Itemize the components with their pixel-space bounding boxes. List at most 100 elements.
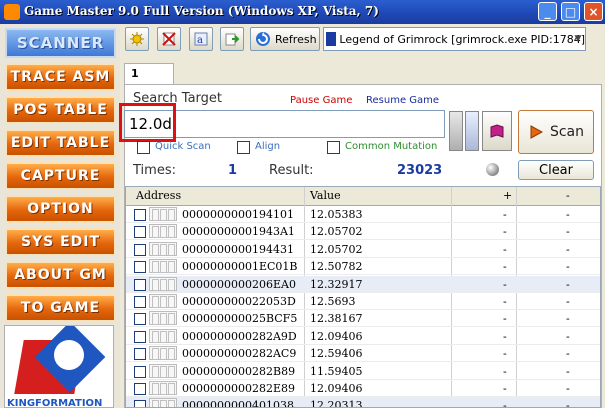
row-checkbox[interactable] <box>134 226 146 239</box>
results-table[interactable]: Address Value + - 0000000000194101 12.053… <box>125 186 601 408</box>
table-row[interactable]: 000000000022053D 12.5693 - - <box>126 293 600 310</box>
book-button[interactable] <box>482 111 512 151</box>
row-minus[interactable]: - <box>566 243 570 256</box>
resume-game-link[interactable]: Resume Game <box>366 95 439 106</box>
sidebar-item-capture[interactable]: CAPTURE <box>5 162 116 190</box>
column-address[interactable]: Address <box>136 189 181 202</box>
pause-game-link[interactable]: Pause Game <box>290 95 352 106</box>
dropdown-arrow-icon[interactable]: ▼ <box>571 28 585 50</box>
sidebar-item-pos-table[interactable]: POS TABLE <box>5 96 116 124</box>
row-plus[interactable]: - <box>503 260 507 273</box>
sidebar-item-option[interactable]: OPTION <box>5 195 116 223</box>
row-checkbox[interactable] <box>134 383 146 395</box>
row-lock-icon[interactable] <box>149 363 177 378</box>
toolbar-button-3[interactable]: a <box>189 27 213 51</box>
row-minus[interactable]: - <box>566 278 570 291</box>
row-plus[interactable]: - <box>503 382 507 395</box>
row-lock-icon[interactable] <box>149 381 177 395</box>
row-lock-icon[interactable] <box>149 276 177 291</box>
row-plus[interactable]: - <box>503 278 507 291</box>
sidebar-item-to-game[interactable]: TO GAME <box>5 294 116 322</box>
maximize-button[interactable]: □ <box>561 2 580 21</box>
refresh-button[interactable]: Refresh <box>250 27 320 51</box>
row-checkbox[interactable] <box>134 296 146 308</box>
column-minus[interactable]: - <box>566 189 570 202</box>
value-type-button[interactable] <box>449 111 463 151</box>
row-minus[interactable]: - <box>566 295 570 308</box>
row-plus[interactable]: - <box>503 365 507 378</box>
row-plus[interactable]: - <box>503 347 507 360</box>
column-value[interactable]: Value <box>310 189 341 202</box>
row-lock-icon[interactable] <box>149 346 177 361</box>
row-lock-icon[interactable] <box>149 224 177 239</box>
sidebar-item-edit-table[interactable]: EDIT TABLE <box>5 129 116 157</box>
align-checkbox[interactable] <box>237 141 250 154</box>
quick-scan-checkbox[interactable] <box>137 141 150 154</box>
lock-segment <box>152 400 159 407</box>
row-minus[interactable]: - <box>566 260 570 273</box>
table-row[interactable]: 000000000025BCF5 12.38167 - - <box>126 310 600 328</box>
row-lock-icon[interactable] <box>149 294 177 308</box>
row-lock-icon[interactable] <box>149 311 177 326</box>
sidebar-item-trace-asm[interactable]: TRACE ASM <box>5 63 116 91</box>
row-lock-icon[interactable] <box>149 241 177 256</box>
row-checkbox[interactable] <box>134 243 146 256</box>
row-minus[interactable]: - <box>566 347 570 360</box>
row-plus[interactable]: - <box>503 208 507 221</box>
row-plus[interactable]: - <box>503 330 507 343</box>
toolbar-button-4[interactable] <box>220 27 244 51</box>
row-checkbox[interactable] <box>134 313 146 326</box>
row-plus[interactable]: - <box>503 312 507 325</box>
row-plus[interactable]: - <box>503 399 507 407</box>
row-plus[interactable]: - <box>503 243 507 256</box>
table-row[interactable]: 0000000000282B89 11.59405 - - <box>126 363 600 380</box>
kingformation-logo: KINGFORMATION <box>4 325 114 408</box>
row-checkbox[interactable] <box>134 330 146 343</box>
toolbar-button-2[interactable] <box>157 27 181 51</box>
row-lock-icon[interactable] <box>149 398 177 407</box>
row-value: 11.59405 <box>310 364 363 378</box>
column-plus[interactable]: + <box>503 189 512 202</box>
row-checkbox[interactable] <box>134 348 146 361</box>
arrow-button[interactable] <box>465 111 479 151</box>
toolbar-button-1[interactable] <box>125 27 149 51</box>
sidebar-item-about[interactable]: ABOUT GM <box>5 261 116 289</box>
row-checkbox[interactable] <box>134 209 146 221</box>
row-checkbox[interactable] <box>134 400 146 407</box>
process-select[interactable]: Legend of Grimrock [grimrock.exe PID:178… <box>323 27 586 51</box>
row-plus[interactable]: - <box>503 295 507 308</box>
row-lock-icon[interactable] <box>149 207 177 221</box>
common-mutation-checkbox[interactable] <box>327 141 340 154</box>
table-row[interactable]: 0000000000206EA0 12.32917 - - <box>126 275 600 293</box>
table-row[interactable]: 00000000001943A1 12.05702 - - <box>126 223 600 241</box>
minimize-button[interactable]: _ <box>538 2 557 21</box>
row-minus[interactable]: - <box>566 312 570 325</box>
close-button[interactable]: × <box>584 2 603 21</box>
row-lock-icon[interactable] <box>149 328 177 343</box>
table-row[interactable]: 0000000000401038 12.20313 - - <box>126 397 600 407</box>
row-minus[interactable]: - <box>566 365 570 378</box>
row-minus[interactable]: - <box>566 225 570 238</box>
row-checkbox[interactable] <box>134 278 146 291</box>
table-row[interactable]: 0000000000194431 12.05702 - - <box>126 241 600 258</box>
sidebar-item-sys-edit[interactable]: SYS EDIT <box>5 228 116 256</box>
row-checkbox[interactable] <box>134 365 146 378</box>
row-minus[interactable]: - <box>566 382 570 395</box>
tab-1[interactable]: 1 <box>124 63 174 85</box>
row-minus[interactable]: - <box>566 330 570 343</box>
clear-button[interactable]: Clear <box>518 160 594 180</box>
row-minus[interactable]: - <box>566 399 570 407</box>
sidebar-item-scanner[interactable]: SCANNER <box>5 28 116 58</box>
scan-button[interactable]: Scan <box>518 110 594 154</box>
row-checkbox[interactable] <box>134 261 146 274</box>
table-row[interactable]: 0000000000282AC9 12.59406 - - <box>126 345 600 363</box>
table-row[interactable]: 0000000000282A9D 12.09406 - - <box>126 328 600 345</box>
row-minus[interactable]: - <box>566 208 570 221</box>
row-lock-icon[interactable] <box>149 259 177 274</box>
row-value: 12.59406 <box>310 347 363 361</box>
row-plus[interactable]: - <box>503 225 507 238</box>
table-row[interactable]: 0000000000282E89 12.09406 - - <box>126 380 600 397</box>
table-row[interactable]: 0000000000194101 12.05383 - - <box>126 206 600 223</box>
svg-text:a: a <box>197 35 203 46</box>
table-row[interactable]: 00000000001EC01B 12.50782 - - <box>126 258 600 276</box>
